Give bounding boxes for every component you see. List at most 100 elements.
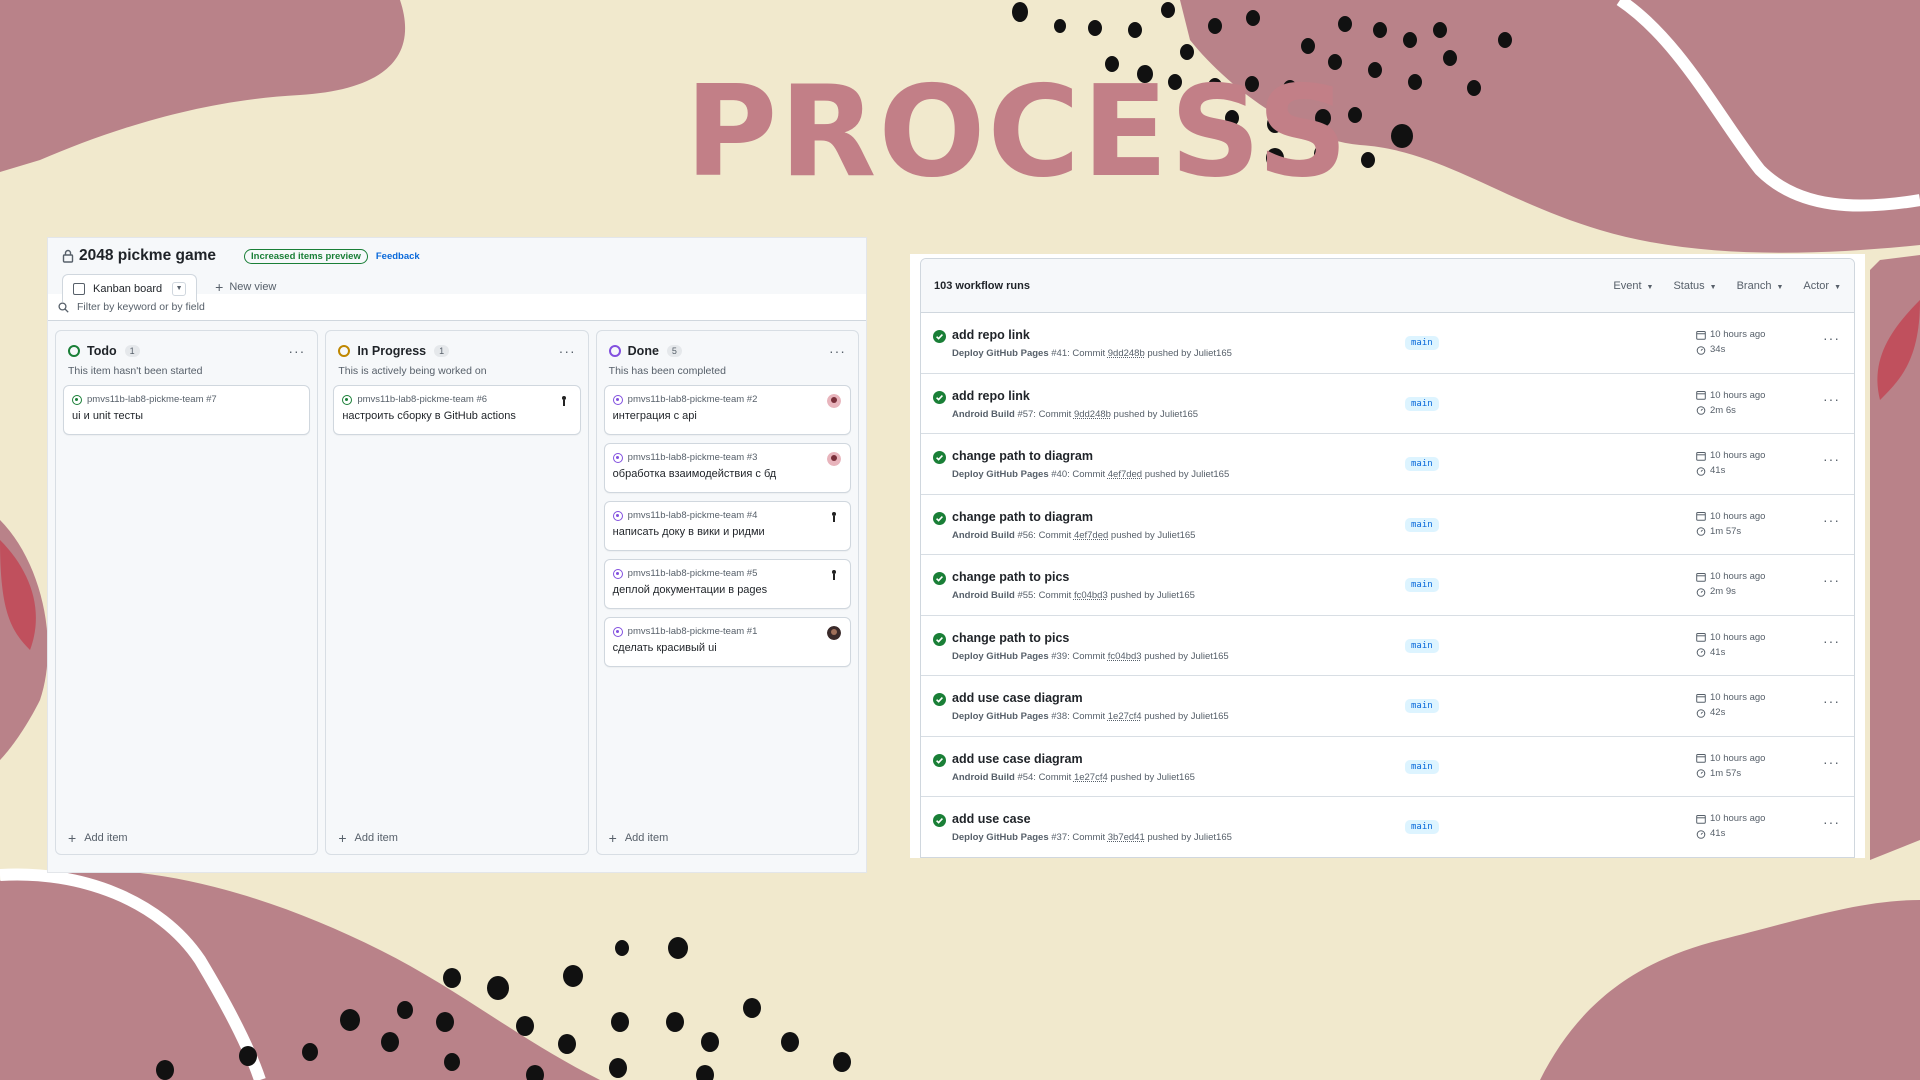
pusher[interactable]: Juliet165 — [1160, 409, 1198, 420]
run-title[interactable]: change path to diagram — [952, 449, 1093, 463]
card-ref[interactable]: pmvs11b-lab8-pickme-team #2 — [628, 394, 758, 405]
avatar[interactable] — [826, 452, 841, 466]
issue-card[interactable]: pmvs11b-lab8-pickme-team #1 сделать крас… — [603, 617, 851, 667]
run-title[interactable]: add repo link — [952, 389, 1030, 403]
issue-card[interactable]: pmvs11b-lab8-pickme-team #2 интеграция с… — [603, 385, 851, 435]
run-title[interactable]: add use case diagram — [952, 691, 1083, 705]
card-title[interactable]: написать доку в вики и ридми — [613, 526, 842, 538]
branch-badge[interactable]: main — [1405, 759, 1439, 774]
branch-badge[interactable]: main — [1405, 699, 1439, 713]
pusher[interactable]: Juliet165 — [1191, 711, 1229, 722]
issue-card[interactable]: pmvs11b-lab8-pickme-team #3 обработка вз… — [603, 443, 851, 493]
workflow-run-row[interactable]: add repo link Android Build #57: Commit … — [921, 374, 1854, 434]
pusher[interactable]: Juliet165 — [1194, 348, 1232, 359]
commit-sha[interactable]: 9dd248b — [1108, 348, 1145, 359]
kebab-menu-icon[interactable]: ··· — [1823, 391, 1840, 407]
branch-badge[interactable]: main — [1405, 396, 1439, 411]
card-title[interactable]: сделать красивый ui — [613, 642, 842, 654]
kebab-menu-icon[interactable]: ··· — [1823, 572, 1840, 588]
workflow-run-row[interactable]: change path to diagram Android Build #56… — [921, 495, 1854, 555]
pusher[interactable]: Juliet165 — [1191, 651, 1229, 662]
card-ref[interactable]: pmvs11b-lab8-pickme-team #3 — [628, 452, 758, 463]
kebab-menu-icon[interactable]: ··· — [1823, 693, 1840, 709]
issue-card[interactable]: pmvs11b-lab8-pickme-team #4 написать док… — [603, 501, 851, 551]
card-ref[interactable]: pmvs11b-lab8-pickme-team #4 — [628, 510, 758, 521]
pusher[interactable]: Juliet165 — [1157, 530, 1195, 541]
avatar[interactable] — [826, 626, 841, 640]
commit-sha[interactable]: 4ef7ded — [1108, 469, 1142, 480]
commit-sha[interactable]: 3b7ed41 — [1108, 832, 1145, 843]
run-title[interactable]: change path to diagram — [952, 510, 1093, 524]
feedback-link[interactable]: Feedback — [376, 251, 420, 262]
pusher[interactable]: Juliet165 — [1157, 772, 1195, 783]
branch-badge[interactable]: main — [1405, 517, 1439, 532]
commit-sha[interactable]: 9dd248b — [1074, 409, 1111, 420]
preview-badge[interactable]: Increased items preview — [244, 248, 368, 264]
card-ref[interactable]: pmvs11b-lab8-pickme-team #1 — [628, 626, 758, 637]
card-title[interactable]: обработка взаимодействия с бд — [613, 468, 842, 480]
avatar[interactable] — [826, 394, 841, 408]
kebab-menu-icon[interactable]: ··· — [1823, 754, 1840, 770]
card-ref[interactable]: pmvs11b-lab8-pickme-team #5 — [628, 568, 758, 579]
run-title[interactable]: add repo link — [952, 328, 1030, 342]
avatar[interactable] — [556, 394, 571, 408]
commit-sha[interactable]: 1e27cf4 — [1108, 711, 1142, 722]
run-number: #55 — [1017, 590, 1034, 601]
avatar[interactable] — [826, 568, 841, 582]
commit-sha[interactable]: 4ef7ded — [1074, 530, 1108, 541]
branch-badge[interactable]: main — [1405, 638, 1439, 653]
run-title[interactable]: change path to pics — [952, 570, 1069, 584]
workflow-run-row[interactable]: change path to pics Android Build #55: C… — [921, 555, 1854, 616]
kebab-menu-icon[interactable]: ··· — [288, 343, 305, 359]
run-meta: Android Build #57: Commit 9dd248b pushed… — [952, 408, 1199, 420]
run-title[interactable]: add use case — [952, 812, 1031, 826]
issue-card[interactable]: pmvs11b-lab8-pickme-team #6 настроить сб… — [333, 385, 581, 435]
kebab-menu-icon[interactable]: ··· — [1823, 451, 1840, 467]
add-item-button[interactable]: + Add item — [338, 830, 398, 846]
kebab-menu-icon[interactable]: ··· — [1823, 330, 1840, 346]
workflow-run-row[interactable]: add use case Deploy GitHub Pages #37: Co… — [921, 797, 1854, 857]
tab-kanban-board[interactable]: Kanban board ▼ — [62, 274, 198, 302]
avatar[interactable] — [826, 510, 841, 524]
run-title[interactable]: add use case diagram — [952, 752, 1083, 766]
branch-badge[interactable]: main — [1405, 578, 1439, 592]
pusher[interactable]: Juliet165 — [1157, 590, 1195, 601]
branch-badge[interactable]: main — [1405, 336, 1439, 350]
workflow-run-row[interactable]: change path to diagram Deploy GitHub Pag… — [921, 434, 1854, 495]
kebab-menu-icon[interactable]: ··· — [1823, 814, 1840, 830]
filter-branch[interactable]: Branch ▼ — [1737, 280, 1784, 292]
card-title[interactable]: деплой документации в pages — [613, 584, 842, 596]
kebab-menu-icon[interactable]: ··· — [829, 343, 846, 359]
issue-card[interactable]: pmvs11b-lab8-pickme-team #5 деплой докум… — [603, 559, 851, 609]
branch-badge[interactable]: main — [1405, 820, 1439, 834]
card-title[interactable]: интеграция с api — [613, 410, 842, 422]
pusher[interactable]: Juliet165 — [1191, 469, 1229, 480]
card-title[interactable]: ui и unit тесты — [72, 410, 301, 422]
workflow-run-row[interactable]: add use case diagram Android Build #54: … — [921, 737, 1854, 797]
commit-sha[interactable]: fc04bd3 — [1074, 590, 1108, 601]
card-ref[interactable]: pmvs11b-lab8-pickme-team #6 — [357, 394, 487, 405]
run-title[interactable]: change path to pics — [952, 631, 1069, 645]
workflow-run-row[interactable]: add use case diagram Deploy GitHub Pages… — [921, 676, 1854, 737]
kebab-menu-icon[interactable]: ··· — [1823, 512, 1840, 528]
add-item-button[interactable]: + Add item — [68, 830, 128, 846]
chevron-down-icon[interactable]: ▼ — [172, 281, 187, 296]
workflow-run-row[interactable]: add repo link Deploy GitHub Pages #41: C… — [921, 313, 1854, 374]
kebab-menu-icon[interactable]: ··· — [559, 343, 576, 359]
card-ref[interactable]: pmvs11b-lab8-pickme-team #7 — [87, 394, 217, 405]
issue-card[interactable]: pmvs11b-lab8-pickme-team #7 ui и unit те… — [63, 385, 311, 435]
workflow-run-row[interactable]: change path to pics Deploy GitHub Pages … — [921, 616, 1854, 676]
commit-sha[interactable]: fc04bd3 — [1108, 651, 1142, 662]
filter-event[interactable]: Event ▼ — [1613, 280, 1653, 292]
card-title[interactable]: настроить сборку в GitHub actions — [342, 410, 571, 422]
add-item-button[interactable]: + Add item — [609, 830, 669, 846]
commit-sha[interactable]: 1e27cf4 — [1074, 772, 1108, 783]
column-name: In Progress — [357, 344, 427, 358]
caret-down-icon: ▼ — [1834, 283, 1841, 291]
pusher[interactable]: Juliet165 — [1194, 832, 1232, 843]
kebab-menu-icon[interactable]: ··· — [1823, 633, 1840, 649]
new-view-button[interactable]: + New view — [215, 273, 276, 301]
filter-status[interactable]: Status ▼ — [1673, 280, 1716, 292]
branch-badge[interactable]: main — [1405, 457, 1439, 471]
filter-actor[interactable]: Actor ▼ — [1803, 280, 1841, 292]
